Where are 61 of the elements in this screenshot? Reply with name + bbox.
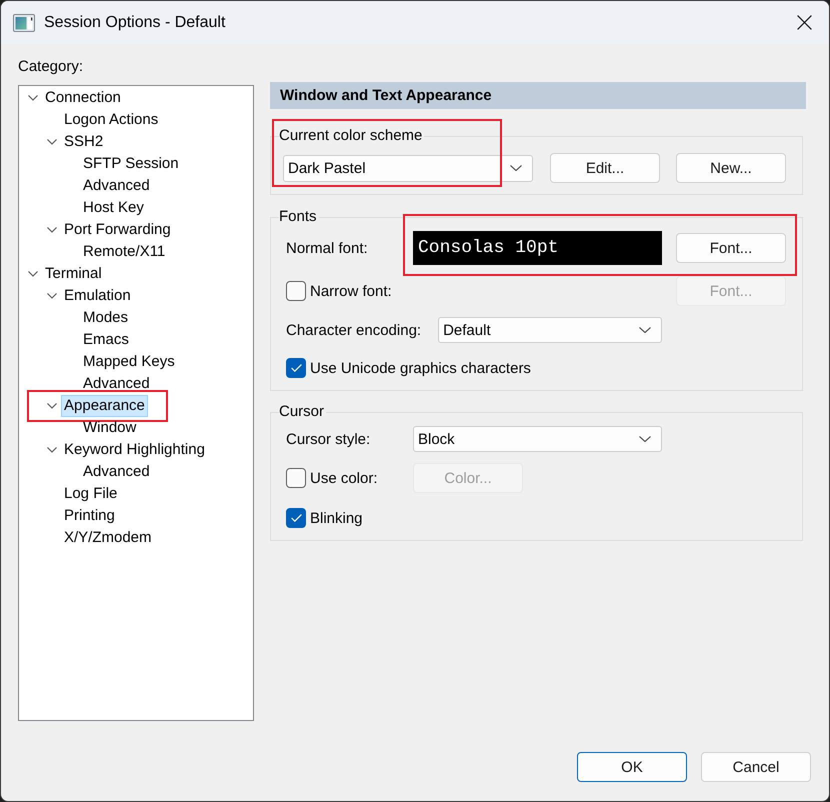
button[interactable]: Edit... [550,153,660,183]
group-label: Cursor [279,403,326,421]
chevron-down-icon[interactable] [47,447,57,453]
tree-item[interactable]: SSH2 [61,131,106,153]
checkbox-label[interactable]: Use color: [310,470,378,486]
field-label: Cursor style: [286,430,372,448]
tree-item[interactable]: Printing [61,505,118,527]
tree-item[interactable]: Advanced [80,373,153,395]
button[interactable]: New... [676,153,786,183]
checkbox[interactable] [286,281,306,301]
chevron-down-icon[interactable] [47,293,57,299]
close-icon[interactable] [797,15,812,30]
button[interactable]: Font... [676,233,786,263]
chevron-down-icon[interactable] [28,95,38,101]
checkmark-icon [290,514,302,522]
panel-header: Window and Text Appearance [270,82,806,109]
category-label: Category: [18,57,84,77]
tree-item[interactable]: Advanced [80,461,153,483]
tree-item[interactable]: Mapped Keys [80,351,178,373]
font-preview: Consolas 10pt [413,231,662,265]
tree-item[interactable]: Host Key [80,197,147,219]
chevron-down-icon [639,436,651,442]
chevron-down-icon[interactable] [28,271,38,277]
chevron-down-icon[interactable] [47,403,57,409]
dropdown[interactable]: Default [438,317,662,343]
field-label: Normal font: [286,240,369,256]
tree-item[interactable]: Logon Actions [61,109,162,131]
checkbox-label[interactable]: Narrow font: [310,282,392,300]
tree-item[interactable]: Advanced [80,175,153,197]
tree-item[interactable]: SFTP Session [80,153,182,175]
checkbox[interactable] [286,508,306,528]
dropdown[interactable]: Block [413,426,662,452]
checkmark-icon [290,364,302,372]
tree-item[interactable]: Remote/X11 [80,241,168,263]
tree-item[interactable]: Emacs [80,329,132,351]
dropdown[interactable]: Dark Pastel [283,154,533,182]
button[interactable]: Cancel [701,752,811,782]
tree-item[interactable]: Modes [80,307,132,329]
chevron-down-icon[interactable] [47,139,57,145]
chevron-down-icon[interactable] [47,227,57,233]
tree-item[interactable]: Port Forwarding [61,219,174,241]
tree-item[interactable]: Appearance [61,395,148,417]
group-label: Fonts [279,208,318,226]
checkbox-label[interactable]: Blinking [310,510,363,526]
app-window-icon [13,14,35,32]
checkbox-label[interactable]: Use Unicode graphics characters [310,360,531,376]
checkbox[interactable] [286,358,306,378]
field-label: Character encoding: [286,322,422,338]
chevron-down-icon [510,165,522,171]
tree-item[interactable]: Window [80,417,140,439]
group-label: Current color scheme [279,127,424,145]
tree-item[interactable]: Emulation [61,285,134,307]
tree-item[interactable]: Keyword Highlighting [61,439,208,461]
tree-item[interactable]: X/Y/Zmodem [61,527,155,549]
chevron-down-icon [639,327,651,333]
checkbox[interactable] [286,468,306,488]
window-title: Session Options - Default [44,14,226,32]
tree-item[interactable]: Connection [42,87,124,109]
button[interactable]: OK [577,752,687,782]
tree-item[interactable]: Terminal [42,263,105,285]
tree-item[interactable]: Log File [61,483,120,505]
